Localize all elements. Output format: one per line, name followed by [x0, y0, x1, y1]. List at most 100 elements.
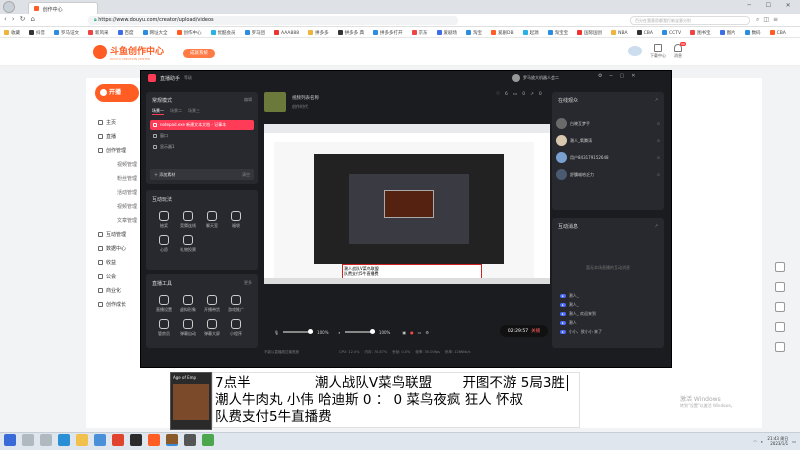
- taskview-icon[interactable]: [40, 434, 52, 446]
- home-icon[interactable]: ⌂: [31, 15, 40, 23]
- close-icon[interactable]: ✕: [786, 2, 791, 12]
- scene-mode[interactable]: 常规模式: [152, 97, 172, 104]
- viewer-more-icon[interactable]: ⊙: [657, 155, 660, 160]
- douyu-icon[interactable]: [148, 434, 160, 446]
- extensions-icon[interactable]: ◫: [763, 16, 773, 23]
- forward-icon[interactable]: ›: [12, 15, 20, 23]
- viewer-item[interactable]: 潮人_氧腾涛 ⊙: [552, 132, 664, 149]
- source-item[interactable]: notepad.exe 新建文本文档 - 记事本: [150, 120, 254, 130]
- bookmark-item[interactable]: 起源: [522, 30, 539, 36]
- tool-button[interactable]: 管房员: [152, 319, 176, 337]
- speaker-slider[interactable]: [344, 329, 375, 335]
- back-icon[interactable]: ‹: [4, 15, 12, 23]
- app2-icon[interactable]: [130, 434, 142, 446]
- bookmark-item[interactable]: AAA888: [274, 30, 299, 36]
- more-icon[interactable]: ≡: [773, 16, 782, 23]
- bookmark-item[interactable]: 拼多多: [308, 30, 329, 36]
- bookmark-item[interactable]: CCTV: [661, 30, 681, 36]
- mic-slider-thumb[interactable]: [308, 329, 314, 335]
- bookmark-item[interactable]: 爱剧DB: [491, 30, 514, 36]
- maximize-icon[interactable]: ☐: [766, 2, 771, 12]
- settings-icon[interactable]: ⚙: [598, 73, 602, 79]
- bookmark-item[interactable]: 淘宝: [466, 30, 482, 36]
- tool-button[interactable]: 游戏推广: [224, 295, 248, 313]
- video-icon[interactable]: [775, 262, 785, 272]
- app1-icon[interactable]: [112, 434, 124, 446]
- chat-icon[interactable]: [775, 302, 785, 312]
- tool-button[interactable]: 抽奖: [152, 211, 176, 229]
- live-tools-more[interactable]: 更多: [244, 280, 252, 287]
- achievement-button[interactable]: 成就系统: [183, 49, 215, 58]
- bookmark-item[interactable]: 罗马团: [244, 30, 265, 36]
- layout-button[interactable]: 编辑: [244, 97, 252, 104]
- source-visible-icon[interactable]: [153, 145, 157, 149]
- viewer-more-icon[interactable]: ⊙: [657, 121, 660, 126]
- viewer-item[interactable]: 舒醺喵哈乏力 ⊙: [552, 166, 664, 183]
- download-center[interactable]: 下载中心: [650, 44, 666, 59]
- bookmark-item[interactable]: 拼多多 典: [337, 30, 364, 36]
- tool-button[interactable]: 弹幕自动: [176, 319, 200, 337]
- bookmark-item[interactable]: 国际国创: [577, 30, 602, 36]
- close-window-icon[interactable]: ✕: [631, 73, 635, 79]
- minimize-icon[interactable]: ─: [747, 2, 751, 12]
- bookmark-item[interactable]: 拼多多打开: [373, 30, 403, 36]
- camera-icon[interactable]: ▣: [402, 330, 406, 335]
- viewer-more-icon[interactable]: ⊙: [657, 138, 660, 143]
- volume-icon[interactable]: 🔈︎: [761, 439, 763, 444]
- tool-button[interactable]: 聊天室: [200, 211, 224, 229]
- viewer-item[interactable]: 白晓互梦手 ⊙: [552, 115, 664, 132]
- source-item[interactable]: 显示器1: [150, 142, 254, 152]
- notification-icon[interactable]: ▭: [792, 439, 796, 444]
- bookmark-item[interactable]: NBA: [611, 30, 628, 36]
- source-visible-icon[interactable]: [153, 123, 157, 127]
- like-icon[interactable]: ♡: [496, 92, 500, 97]
- bookmark-item[interactable]: 优酷会员: [210, 30, 236, 36]
- tool-button[interactable]: 弹幕大屏: [200, 319, 224, 337]
- screen-icon[interactable]: ▭: [418, 330, 422, 335]
- site-logo[interactable]: 斗鱼创作中心 DOUYU CREATION CENTER: [93, 44, 164, 61]
- speaker-icon[interactable]: 🔈︎: [339, 330, 341, 335]
- tab-creator-center[interactable]: 创作中心: [28, 2, 98, 14]
- messages[interactable]: 99 消息: [674, 42, 686, 59]
- search-box[interactable]: 百分在我意愿都我打新宝意分别: [630, 16, 750, 25]
- bookmark-item[interactable]: 数码: [744, 30, 761, 36]
- messages-expand-icon[interactable]: ↗: [655, 223, 658, 230]
- app3-icon[interactable]: [184, 434, 196, 446]
- edge-icon[interactable]: [58, 434, 70, 446]
- viewers-expand-icon[interactable]: ↗: [655, 97, 658, 104]
- address-bar[interactable]: 🔒︎ https://www.douyu.com/creator/upload/…: [88, 16, 458, 25]
- explorer-icon[interactable]: [76, 434, 88, 446]
- bookmark-item[interactable]: 创作中心: [176, 30, 202, 36]
- bookmark-item[interactable]: 爱剧场: [436, 30, 457, 36]
- scene-tab[interactable]: 场景一: [152, 108, 164, 115]
- mic-icon[interactable]: 🎙︎: [274, 330, 279, 335]
- tool-button[interactable]: 竞猜连线: [176, 211, 200, 229]
- bookmark-item[interactable]: CBA: [769, 30, 786, 36]
- top-icon[interactable]: [775, 342, 785, 352]
- bookmark-item[interactable]: 网址大全: [142, 30, 168, 36]
- more-settings-icon[interactable]: ⚙: [425, 330, 429, 335]
- search-taskbar-icon[interactable]: [22, 434, 34, 446]
- help-icon[interactable]: [775, 322, 785, 332]
- wifi-icon[interactable]: ◠: [754, 439, 758, 444]
- tool-button[interactable]: 心愿: [152, 235, 176, 253]
- video-thumbnail[interactable]: [264, 92, 286, 112]
- bookmark-item[interactable]: 抖音: [29, 30, 45, 36]
- comment-icon[interactable]: ▭: [513, 92, 517, 97]
- tool-button[interactable]: 小程序: [224, 319, 248, 337]
- share-icon[interactable]: ↗: [530, 92, 534, 97]
- start-live-button[interactable]: 开播: [95, 84, 139, 102]
- tool-button[interactable]: 福袋: [224, 211, 248, 229]
- game-icon[interactable]: [166, 434, 178, 446]
- bookmark-item[interactable]: 图片: [719, 30, 736, 36]
- bookmark-item[interactable]: CBA: [636, 30, 653, 36]
- bookmark-item[interactable]: 图书宝: [690, 30, 711, 36]
- start-icon[interactable]: [4, 434, 16, 446]
- speaker-slider-thumb[interactable]: [369, 329, 375, 335]
- tool-button[interactable]: 虚拟形象: [176, 295, 200, 313]
- taskbar-thumbnail[interactable]: Age of Emp: [170, 372, 212, 430]
- bookmark-item[interactable]: 百度: [117, 30, 134, 36]
- tool-button[interactable]: 礼物投票: [176, 235, 200, 253]
- profile-avatar[interactable]: [3, 1, 15, 13]
- source-item[interactable]: 窗口: [150, 131, 254, 141]
